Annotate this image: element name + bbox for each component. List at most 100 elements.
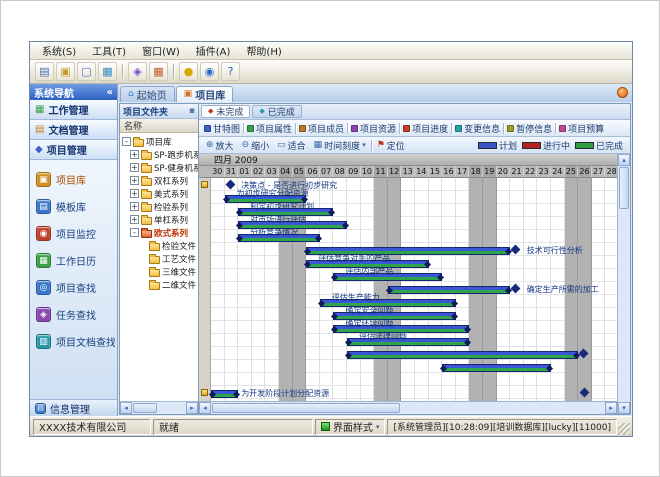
day-cell: 06: [306, 166, 320, 177]
scroll-left-icon[interactable]: [120, 402, 132, 414]
sidebar-item-label: 模板库: [56, 199, 86, 214]
scroll-left-icon[interactable]: [199, 402, 211, 414]
gantt-button-project-members[interactable]: 项目成员: [297, 120, 346, 136]
sidebar-item-task-search[interactable]: ◈任务查找: [30, 301, 117, 328]
sidebar-item-project-search[interactable]: ◎项目查找: [30, 274, 117, 301]
sidebar-item-work-calendar[interactable]: ▦工作日历: [30, 247, 117, 274]
day-cell: 31: [225, 166, 239, 177]
gantt-button-change-info[interactable]: 变更信息: [453, 120, 502, 136]
scroll-right-icon[interactable]: [605, 402, 617, 414]
tool-label: 时间刻度: [324, 139, 360, 152]
filter-tab-finished[interactable]: ◆已完成: [252, 105, 301, 118]
style-status-icon: [321, 422, 330, 431]
tree-hscrollbar: [120, 401, 198, 414]
tree-expander-icon[interactable]: +: [130, 202, 139, 211]
tree-node[interactable]: +美式系列: [120, 187, 198, 200]
tree-node[interactable]: 二维文件: [120, 278, 198, 291]
gantt-button-project-resources[interactable]: 项目资源: [349, 120, 398, 136]
task-bar[interactable]: [442, 364, 551, 372]
gantt-button-project-budget[interactable]: 项目预算: [557, 120, 606, 136]
tree-expander-icon[interactable]: +: [130, 163, 139, 172]
gantt-vscrollbar: [617, 154, 630, 414]
menu-item-help[interactable]: 帮助(H): [238, 41, 289, 60]
tab-start-page[interactable]: ⌂起始页: [120, 86, 175, 102]
project-resources-icon: [351, 125, 358, 132]
tree-node[interactable]: +检验系列: [120, 200, 198, 213]
tree-node[interactable]: -欧式系列: [120, 226, 198, 239]
gantt-button-label: 甘特图: [213, 122, 240, 135]
tree-column-header[interactable]: 名称: [120, 119, 198, 133]
day-cell: 17: [456, 166, 470, 177]
tree-node[interactable]: +双杠系列: [120, 174, 198, 187]
open-folder-button[interactable]: ▣: [56, 62, 75, 81]
scroll-up-icon[interactable]: [618, 154, 630, 166]
gantt-button-gantt-view[interactable]: 甘特图: [202, 120, 242, 136]
tree-node[interactable]: -项目库: [120, 135, 198, 148]
gantt-hscroll-thumb[interactable]: [212, 403, 400, 413]
task-bar[interactable]: [388, 286, 510, 294]
tool-time-scale[interactable]: ▦时间刻度▾: [310, 137, 370, 153]
menu-item-plugins[interactable]: 插件(A): [188, 41, 239, 60]
sidebar-item-template-library[interactable]: ▤模板库: [30, 193, 117, 220]
lock-button[interactable]: ●: [179, 62, 198, 81]
filter-tab-unfinished[interactable]: ◆未完成: [201, 105, 250, 118]
toolbar-separator: [451, 123, 452, 134]
tree-expander-icon[interactable]: +: [130, 189, 139, 198]
statusbar-style-selector[interactable]: 界面样式 ▾: [315, 419, 386, 435]
gantt-button-project-progress[interactable]: 项目进度: [401, 120, 450, 136]
tree-expander-icon[interactable]: -: [130, 228, 139, 237]
gantt-button-project-props[interactable]: 项目属性: [245, 120, 294, 136]
sidebar-item-project-doc-search[interactable]: ▥项目文档查找: [30, 328, 117, 355]
gantt-vscroll-thumb[interactable]: [619, 167, 629, 209]
gantt-button-pause-info[interactable]: 暂停信息: [505, 120, 554, 136]
pin-icon[interactable]: [189, 106, 195, 116]
tree-expander-icon[interactable]: +: [130, 176, 139, 185]
day-cell: 12: [388, 166, 402, 177]
tree-expander-icon[interactable]: -: [122, 137, 131, 146]
help-button[interactable]: ?: [221, 62, 240, 81]
tree-expander-icon[interactable]: +: [130, 150, 139, 159]
new-doc-button[interactable]: ▤: [35, 62, 54, 81]
menu-item-tools[interactable]: 工具(T): [84, 41, 134, 60]
sidebar-group-project-management[interactable]: ◆项目管理: [30, 140, 117, 160]
monitor-button[interactable]: ▦: [98, 62, 117, 81]
scroll-down-icon[interactable]: [618, 402, 630, 414]
menu-item-system[interactable]: 系统(S): [34, 41, 84, 60]
tool-locate[interactable]: ⚑定位: [373, 137, 409, 153]
tree-node[interactable]: +SP-跑步机系列: [120, 148, 198, 161]
tab-area-close-button[interactable]: [617, 87, 628, 98]
info-button[interactable]: ◉: [200, 62, 219, 81]
tree-node[interactable]: +单杠系列: [120, 213, 198, 226]
sidebar-group-document-management[interactable]: ▤文档管理: [30, 120, 117, 140]
tree-node[interactable]: 检验文件: [120, 239, 198, 252]
start-page-icon: ⌂: [128, 90, 134, 99]
tree-node[interactable]: +SP-健身机系列: [120, 161, 198, 174]
tool-fit[interactable]: ▭适合: [273, 137, 310, 153]
gantt-grid[interactable]: 决策点 - 是否进行初步研究为初步研究分配资源制定初步研究计划对市场进行评估分析…: [199, 178, 617, 401]
resize-grip[interactable]: [618, 423, 630, 435]
tree-hscroll-thumb[interactable]: [133, 403, 157, 413]
sidebar-item-project-monitor[interactable]: ◉项目监控: [30, 220, 117, 247]
tool-zoom-in[interactable]: ⊕放大: [202, 137, 238, 153]
tool-zoom-out[interactable]: ⊖缩小: [238, 137, 274, 153]
scroll-right-icon[interactable]: [186, 402, 198, 414]
sidebar-tab-info-management[interactable]: ▤ 信息管理: [30, 399, 117, 416]
calendar-button[interactable]: ▦: [149, 62, 168, 81]
task-bar[interactable]: [347, 351, 578, 359]
tree-node[interactable]: 三维文件: [120, 265, 198, 278]
folder-icon: [133, 139, 144, 147]
tree-expander-icon[interactable]: +: [130, 215, 139, 224]
app-window: 系统(S)工具(T)窗口(W)插件(A)帮助(H) ▤▣▢▦◈▦●◉? 系统导航…: [29, 41, 633, 437]
sidebar-group-work-management[interactable]: ▦工作管理: [30, 100, 117, 120]
tab-project-library[interactable]: ▣项目库: [176, 86, 234, 102]
window-view-button[interactable]: ▢: [77, 62, 96, 81]
collapse-icon[interactable]: [107, 87, 113, 98]
plugin-button[interactable]: ◈: [128, 62, 147, 81]
menu-item-window[interactable]: 窗口(W): [134, 41, 188, 60]
project-search-icon: ◎: [36, 280, 51, 295]
task-bar[interactable]: [211, 390, 238, 398]
tree-node[interactable]: 工艺文件: [120, 252, 198, 265]
sidebar-item-project-library[interactable]: ▣项目库: [30, 166, 117, 193]
filter-tab-label: 已完成: [268, 105, 295, 118]
sidebar-group-label: 工作管理: [48, 102, 88, 117]
